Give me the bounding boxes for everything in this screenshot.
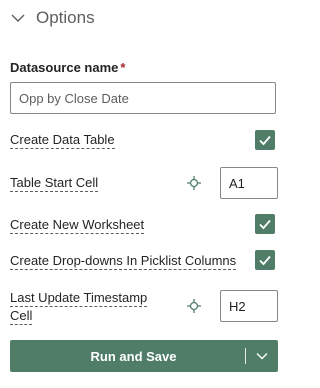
required-marker: * [120,60,126,75]
chevron-down-icon [256,353,268,360]
table-start-cell-label[interactable]: Table Start Cell [10,175,99,192]
button-divider [245,348,246,364]
section-title: Options [36,8,95,27]
crosshair-icon[interactable] [186,298,202,314]
last-update-timestamp-label-line1[interactable]: Last Update Timestamp [10,290,148,307]
datasource-name-label: Datasource name * [10,60,125,75]
checkmark-icon [259,135,271,146]
datasource-name-input[interactable] [10,82,276,114]
create-dropdowns-checkbox[interactable] [255,250,275,270]
create-data-table-checkbox[interactable] [255,130,275,150]
create-new-worksheet-checkbox[interactable] [255,214,275,234]
create-data-table-label[interactable]: Create Data Table [10,132,115,149]
run-options-dropdown-button[interactable] [246,340,278,372]
create-new-worksheet-label[interactable]: Create New Worksheet [10,217,145,234]
crosshair-icon[interactable] [186,175,202,191]
checkmark-icon [259,255,271,266]
run-and-save-split-button[interactable]: Run and Save [10,340,278,372]
table-start-cell-input[interactable] [220,167,278,199]
chevron-down-icon [10,10,26,26]
last-update-timestamp-label-line2[interactable]: Cell [10,308,33,325]
datasource-label-text: Datasource name [10,60,119,75]
last-update-timestamp-input[interactable] [220,290,278,322]
checkmark-icon [259,219,271,230]
options-section-header[interactable]: Options [10,4,95,32]
create-dropdowns-label[interactable]: Create Drop-downs In Picklist Columns [10,253,237,270]
run-and-save-button[interactable]: Run and Save [10,349,245,364]
